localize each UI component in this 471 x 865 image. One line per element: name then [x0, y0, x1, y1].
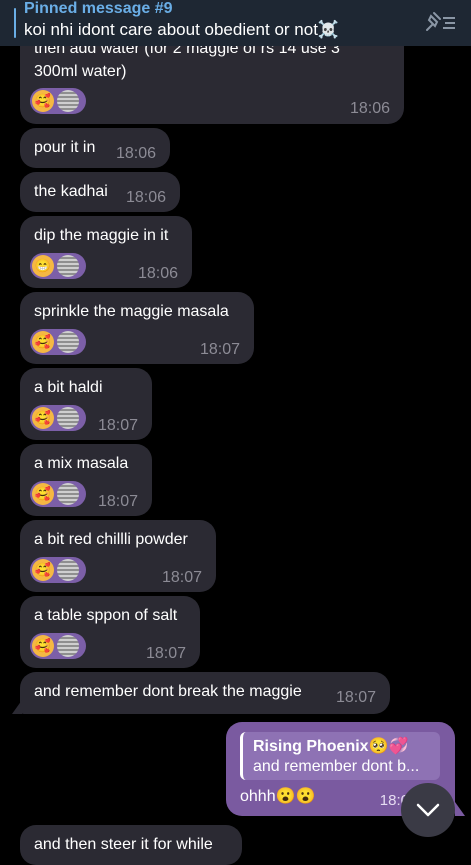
pinned-indicator: [14, 8, 16, 38]
message-text: the kadhai: [34, 183, 108, 200]
reactor-avatar: [57, 407, 79, 429]
reaction-pill[interactable]: 🥰: [30, 557, 86, 583]
message-time: 18:07: [161, 569, 202, 586]
outgoing-bubble-tail: [455, 802, 465, 816]
message-bubble[interactable]: a bit haldi 🥰 18:07: [20, 368, 152, 440]
message-bubble[interactable]: sprinkle the maggie masala 🥰 18:07: [20, 292, 254, 364]
reply-quote[interactable]: Rising Phoenix🥺💞 and remember dont b...: [240, 732, 440, 780]
message-bubble[interactable]: a mix masala 🥰 18:07: [20, 444, 152, 516]
scroll-to-bottom-button[interactable]: [401, 783, 455, 837]
reaction-pill[interactable]: 🥰: [30, 633, 86, 659]
reactor-avatar: [57, 559, 79, 581]
smiling-hearts-emoji-icon: 🥰: [32, 559, 54, 581]
message-bubble[interactable]: a table sppon of salt 🥰 18:07: [20, 596, 200, 668]
message-time: 18:07: [199, 341, 240, 358]
reaction-pill[interactable]: 🥰: [30, 481, 86, 507]
message-time: 18:07: [335, 689, 376, 706]
message-text: a bit red chillli powder: [34, 531, 188, 548]
message-time: 18:06: [125, 189, 166, 206]
message-text-line2: 300ml water): [34, 63, 127, 80]
message-time: 18:06: [137, 265, 178, 282]
message-bubble[interactable]: a bit red chillli powder 🥰 18:07: [20, 520, 216, 592]
grinning-emoji-icon: 😁: [32, 255, 54, 277]
message-text: a table sppon of salt: [34, 607, 178, 624]
reply-author: Rising Phoenix🥺💞: [253, 738, 409, 755]
message-text: and remember dont break the maggie: [34, 683, 302, 700]
reaction-pill[interactable]: 🥰: [30, 405, 86, 431]
reactor-avatar: [57, 483, 79, 505]
unpin-icon[interactable]: [423, 10, 457, 34]
smiling-hearts-emoji-icon: 🥰: [32, 90, 54, 112]
smiling-hearts-emoji-icon: 🥰: [32, 407, 54, 429]
message-time: 18:07: [97, 417, 138, 434]
message-time: 18:06: [349, 100, 390, 117]
message-text: and then steer it for while: [34, 836, 213, 853]
message-bubble[interactable]: dip the maggie in it 😁 18:06: [20, 216, 192, 288]
reactor-avatar: [57, 255, 79, 277]
smiling-hearts-emoji-icon: 🥰: [32, 483, 54, 505]
reaction-pill[interactable]: 🥰: [30, 88, 86, 114]
reaction-pill[interactable]: 😁: [30, 253, 86, 279]
message-text: ohhh😮😮: [240, 788, 316, 805]
message-time: 18:07: [97, 493, 138, 510]
message-text: a bit haldi: [34, 379, 103, 396]
message-bubble[interactable]: and then steer it for while: [20, 825, 242, 865]
message-bubble[interactable]: and remember dont break the maggie 18:07: [20, 672, 390, 714]
message-text: dip the maggie in it: [34, 227, 169, 244]
chevron-down-icon: [416, 803, 440, 817]
message-time: 18:07: [145, 645, 186, 662]
reactor-avatar: [57, 90, 79, 112]
pinned-title: Pinned message #9: [24, 0, 173, 17]
bubble-tail: [12, 700, 22, 714]
message-text: pour it in: [34, 139, 96, 156]
reactor-avatar: [57, 635, 79, 657]
message-text: a mix masala: [34, 455, 129, 472]
message-bubble[interactable]: the kadhai 18:06: [20, 172, 180, 212]
pinned-message-bar[interactable]: Pinned message #9 koi nhi idont care abo…: [0, 0, 471, 46]
smiling-hearts-emoji-icon: 🥰: [32, 331, 54, 353]
message-bubble[interactable]: pour it in 18:06: [20, 128, 170, 168]
reaction-pill[interactable]: 🥰: [30, 329, 86, 355]
message-text: sprinkle the maggie masala: [34, 303, 229, 320]
smiling-hearts-emoji-icon: 🥰: [32, 635, 54, 657]
reactor-avatar: [57, 331, 79, 353]
message-time: 18:06: [115, 145, 156, 162]
reply-text: and remember dont b...: [253, 758, 420, 775]
pinned-text: koi nhi idont care about obedient or not…: [24, 20, 340, 39]
